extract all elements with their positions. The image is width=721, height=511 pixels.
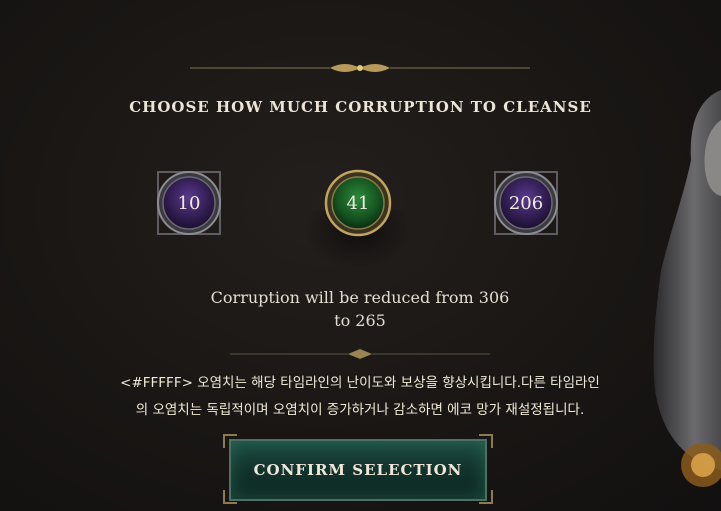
confirm-button-face: CONFIRM SELECTION [229,439,487,501]
corruption-summary: Corruption will be reduced from 306 to 2… [180,286,540,332]
top-ornament-divider [190,64,530,72]
summary-line-1: Corruption will be reduced from 306 [210,288,510,307]
corruption-option-41[interactable]: 41 [323,168,393,238]
summary-line-2: to 265 [334,311,386,330]
corruption-description: <#FFFFF> 오염치는 해당 타임라인의 난이도와 보상을 향상시킵니다.다… [70,370,650,424]
description-line-1: <#FFFFF> 오염치는 해당 타임라인의 난이도와 보상을 향상시킵니다.다… [120,375,600,391]
confirm-selection-button[interactable]: CONFIRM SELECTION [223,434,493,504]
option-value: 41 [346,192,370,214]
confirm-button-label: CONFIRM SELECTION [253,461,463,479]
corruption-option-206[interactable]: 206 [491,168,561,238]
middle-ornament-divider [230,349,490,359]
option-value: 10 [177,192,201,214]
statue-illustration [653,90,721,487]
description-line-2: 의 오염치는 독립적이며 오염치이 증가하거나 감소하면 에코 망가 재설정됩니… [135,402,585,418]
option-value: 206 [508,192,544,214]
dialog-heading: CHOOSE HOW MUCH CORRUPTION TO CLEANSE [129,98,592,116]
corruption-option-10[interactable]: 10 [154,168,224,238]
